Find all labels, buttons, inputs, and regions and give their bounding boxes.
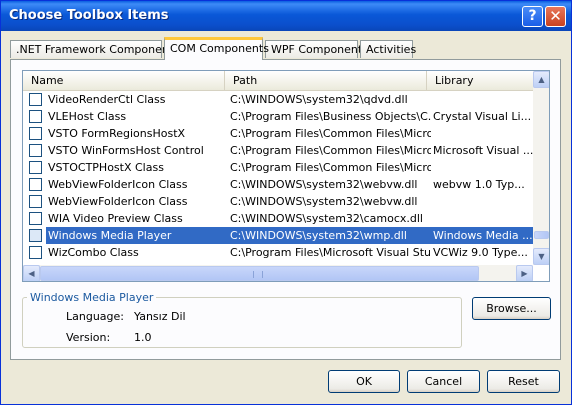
scroll-right-button[interactable]: ▶ bbox=[516, 265, 533, 281]
row-path: C:\Program Files\Common Files\Micro... bbox=[230, 161, 431, 174]
row-library: VCWiz 9.0 Type... bbox=[433, 246, 528, 259]
table-row[interactable]: WebViewFolderIcon Class C:\WINDOWS\system… bbox=[23, 193, 533, 210]
version-value: 1.0 bbox=[134, 331, 152, 344]
tab-net-framework-components[interactable]: .NET Framework Components bbox=[10, 40, 179, 58]
row-checkbox[interactable] bbox=[29, 144, 42, 157]
list-header: Name Path Library bbox=[23, 71, 533, 91]
table-row[interactable]: WIA Video Preview Class C:\WINDOWS\system… bbox=[23, 210, 533, 227]
row-library: Microsoft Visual ... bbox=[433, 144, 533, 157]
row-name: WizCombo Class bbox=[48, 246, 139, 259]
column-header-path[interactable]: Path bbox=[225, 71, 427, 90]
row-path: C:\WINDOWS\system32\camocx.dll bbox=[230, 212, 423, 225]
row-path: C:\WINDOWS\system32\webvw.dll bbox=[230, 178, 418, 191]
row-path: C:\Program Files\Common Files\Micro... bbox=[230, 144, 431, 157]
row-library: Windows Media ... bbox=[431, 227, 533, 244]
row-checkbox[interactable] bbox=[29, 110, 42, 123]
scroll-up-button[interactable]: ▲ bbox=[533, 71, 549, 88]
row-library bbox=[431, 159, 533, 176]
language-label: Language: bbox=[66, 310, 124, 323]
browse-button[interactable]: Browse... bbox=[472, 297, 551, 320]
row-checkbox[interactable] bbox=[29, 195, 42, 208]
column-header-library[interactable]: Library bbox=[427, 71, 533, 90]
row-library bbox=[431, 91, 533, 108]
ok-button[interactable]: OK bbox=[328, 370, 400, 393]
cancel-button[interactable]: Cancel bbox=[407, 370, 480, 393]
row-checkbox[interactable] bbox=[29, 161, 42, 174]
scroll-grip-icon bbox=[253, 271, 263, 278]
row-name: VideoRenderCtl Class bbox=[48, 93, 166, 106]
table-row[interactable]: VSTOCTPHostX Class C:\Program Files\Commo… bbox=[23, 159, 533, 176]
row-checkbox[interactable] bbox=[29, 212, 42, 225]
row-checkbox[interactable] bbox=[29, 246, 42, 259]
row-name: Windows Media Player bbox=[46, 227, 228, 244]
row-checkbox[interactable] bbox=[29, 229, 42, 242]
row-name: VSTO FormRegionsHostX bbox=[48, 127, 186, 140]
row-checkbox[interactable] bbox=[29, 127, 42, 140]
horizontal-scrollbar[interactable]: ◀ ▶ bbox=[23, 265, 533, 281]
row-path: C:\WINDOWS\system32\qdvd.dll bbox=[230, 93, 408, 106]
horizontal-scroll-thumb[interactable] bbox=[40, 266, 479, 281]
table-row[interactable]: VSTO WinFormsHost Control C:\Program File… bbox=[23, 142, 533, 159]
table-row[interactable]: VLEHost Class C:\Program Files\Business O… bbox=[23, 108, 533, 125]
column-header-name[interactable]: Name bbox=[23, 71, 225, 90]
vertical-scroll-thumb[interactable] bbox=[534, 231, 549, 239]
window-title: Choose Toolbox Items bbox=[9, 8, 169, 23]
row-name: WebViewFolderIcon Class bbox=[48, 195, 188, 208]
row-name: VSTOCTPHostX Class bbox=[48, 161, 164, 174]
row-library: webvw 1.0 Typ... bbox=[433, 178, 525, 191]
table-row[interactable]: VSTO FormRegionsHostX C:\Program Files\Co… bbox=[23, 125, 533, 142]
version-label: Version: bbox=[66, 331, 111, 344]
row-library bbox=[431, 193, 533, 210]
language-value: Yansız Dil bbox=[134, 310, 186, 323]
row-library bbox=[431, 210, 533, 227]
row-name: VLEHost Class bbox=[48, 110, 127, 123]
row-library bbox=[431, 125, 533, 142]
close-button[interactable]: ✕ bbox=[545, 6, 566, 27]
row-path: C:\WINDOWS\system32\webvw.dll bbox=[230, 195, 418, 208]
scroll-down-button[interactable]: ▼ bbox=[533, 248, 549, 265]
table-row[interactable]: VideoRenderCtl Class C:\WINDOWS\system32\… bbox=[23, 91, 533, 108]
row-checkbox[interactable] bbox=[29, 178, 42, 191]
row-path: C:\Program Files\Microsoft Visual Stu... bbox=[230, 246, 431, 259]
row-checkbox[interactable] bbox=[29, 93, 42, 106]
row-path: C:\WINDOWS\system32\wmp.dll bbox=[228, 227, 431, 244]
table-row[interactable]: WebViewFolderIcon Class C:\WINDOWS\system… bbox=[23, 176, 533, 193]
vertical-scrollbar[interactable]: ▲ ▼ bbox=[533, 71, 549, 265]
row-path: C:\Program Files\Common Files\Micro... bbox=[230, 127, 431, 140]
reset-button[interactable]: Reset bbox=[487, 370, 560, 393]
row-name: WIA Video Preview Class bbox=[48, 212, 183, 225]
table-row[interactable]: Windows Media Player C:\WINDOWS\system32\… bbox=[23, 227, 533, 244]
tab-wpf-components[interactable]: WPF Components bbox=[265, 40, 368, 58]
row-library: Crystal Visual Li... bbox=[433, 110, 532, 123]
row-path: C:\Program Files\Business Objects\C... bbox=[230, 110, 431, 123]
row-name: WebViewFolderIcon Class bbox=[48, 178, 188, 191]
title-bar[interactable]: Choose Toolbox Items ? ✕ bbox=[1, 1, 571, 31]
help-button[interactable]: ? bbox=[522, 6, 543, 27]
scroll-left-button[interactable]: ◀ bbox=[23, 265, 40, 281]
details-group-title: Windows Media Player bbox=[27, 291, 157, 304]
tab-activities[interactable]: Activities bbox=[360, 40, 416, 58]
components-list[interactable]: Name Path Library VideoRenderCtl Class C:… bbox=[22, 70, 550, 282]
table-row[interactable]: WizCombo Class C:\Program Files\Microsoft… bbox=[23, 244, 533, 261]
tab-com-components[interactable]: COM Components bbox=[164, 37, 269, 60]
row-name: VSTO WinFormsHost Control bbox=[48, 144, 204, 157]
